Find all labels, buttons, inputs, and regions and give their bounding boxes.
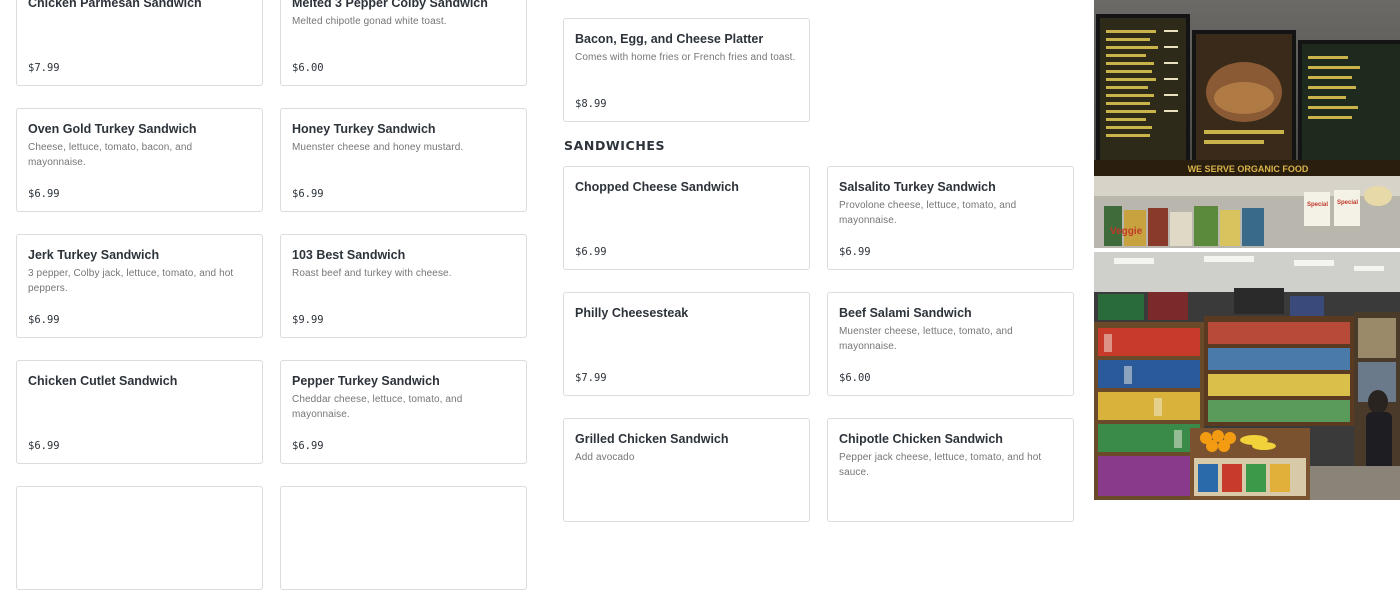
menu-item-card[interactable] [280, 486, 527, 590]
menu-item-card[interactable]: Pepper Turkey Sandwich Cheddar cheese, l… [280, 360, 527, 464]
menu-item-name: Chicken Cutlet Sandwich [28, 374, 178, 388]
menu-item-price: $9.99 [292, 314, 324, 326]
menu-item-name: Melted 3 Pepper Colby Sandwich [292, 0, 488, 10]
menu-item-description: 3 pepper, Colby jack, lettuce, tomato, a… [28, 268, 234, 294]
tag-text: Veggie [1110, 226, 1143, 237]
menu-item-description: Muenster cheese and honey mustard. [292, 142, 464, 153]
menu-item-price: $6.99 [292, 188, 324, 200]
menu-item-name: Jerk Turkey Sandwich [28, 248, 160, 262]
section-title: SANDWICHES [564, 138, 666, 153]
menu-item-name: Grilled Chicken Sandwich [575, 432, 729, 446]
menu-item-card[interactable]: Beef Salami Sandwich Muenster cheese, le… [827, 292, 1074, 396]
menu-item-description: Melted chipotle gonad white toast. [292, 16, 447, 27]
menu-item-description: Roast beef and turkey with cheese. [292, 268, 452, 279]
menu-item-price: $6.00 [839, 372, 871, 384]
menu-item-card[interactable]: Philly Cheesesteak $7.99 [563, 292, 810, 396]
menu-item-card[interactable]: Chicken Cutlet Sandwich $6.99 [16, 360, 263, 464]
menu-item-name: Bacon, Egg, and Cheese Platter [575, 32, 764, 46]
store-interior-photo[interactable] [1094, 252, 1400, 500]
menu-item-price: $7.99 [28, 62, 60, 74]
menu-item-name: 103 Best Sandwich [292, 248, 406, 262]
sign-text: WE SERVE ORGANIC FOOD [1188, 164, 1309, 174]
menu-board-image: WE SERVE ORGANIC FOOD Veggie Special Spe… [1094, 0, 1400, 248]
menu-item-price: $6.99 [28, 188, 60, 200]
menu-item-card[interactable]: Melted 3 Pepper Colby Sandwich Melted ch… [280, 0, 527, 86]
menu-item-description: Cheddar cheese, lettuce, tomato, and may… [292, 394, 463, 420]
menu-item-card[interactable]: Chipotle Chicken Sandwich Pepper jack ch… [827, 418, 1074, 522]
menu-item-name: Honey Turkey Sandwich [292, 122, 436, 136]
menu-item-card[interactable] [16, 486, 263, 590]
menu-item-description: Add avocado [575, 452, 635, 463]
menu-item-name: Salsalito Turkey Sandwich [839, 180, 996, 194]
menu-item-description: Provolone cheese, lettuce, tomato, and m… [839, 200, 1017, 226]
menu-item-description: Muenster cheese, lettuce, tomato, and ma… [839, 326, 1013, 352]
store-interior-image [1094, 252, 1400, 500]
menu-item-price: $6.99 [575, 246, 607, 258]
menu-item-name: Chopped Cheese Sandwich [575, 180, 739, 194]
menu-item-price: $6.00 [292, 62, 324, 74]
menu-item-name: Chicken Parmesan Sandwich [28, 0, 202, 10]
tag-text: Special [1337, 200, 1358, 206]
menu-item-price: $7.99 [575, 372, 607, 384]
menu-item-card[interactable]: Chopped Cheese Sandwich $6.99 [563, 166, 810, 270]
menu-item-name: Pepper Turkey Sandwich [292, 374, 440, 388]
store-menu-board-photo[interactable]: WE SERVE ORGANIC FOOD Veggie Special Spe… [1094, 0, 1400, 248]
menu-item-card[interactable]: Chicken Parmesan Sandwich $7.99 [16, 0, 263, 86]
menu-item-description: Comes with home fries or French fries an… [575, 52, 796, 63]
menu-item-card[interactable]: 103 Best Sandwich Roast beef and turkey … [280, 234, 527, 338]
menu-item-name: Chipotle Chicken Sandwich [839, 432, 1003, 446]
menu-item-card[interactable]: Honey Turkey Sandwich Muenster cheese an… [280, 108, 527, 212]
menu-item-card[interactable]: Jerk Turkey Sandwich 3 pepper, Colby jac… [16, 234, 263, 338]
menu-item-card[interactable]: Bacon, Egg, and Cheese Platter Comes wit… [563, 18, 810, 122]
menu-item-price: $6.99 [292, 440, 324, 452]
menu-item-description: Pepper jack cheese, lettuce, tomato, and… [839, 452, 1042, 478]
menu-item-price: $6.99 [28, 314, 60, 326]
menu-item-price: $6.99 [839, 246, 871, 258]
menu-item-description: Cheese, lettuce, tomato, bacon, and mayo… [28, 142, 193, 168]
menu-item-name: Philly Cheesesteak [575, 306, 689, 320]
menu-item-name: Beef Salami Sandwich [839, 306, 972, 320]
menu-item-price: $6.99 [28, 440, 60, 452]
menu-item-card[interactable]: Grilled Chicken Sandwich Add avocado [563, 418, 810, 522]
tag-text: Special [1307, 202, 1328, 208]
menu-item-price: $8.99 [575, 98, 607, 110]
menu-item-card[interactable]: Oven Gold Turkey Sandwich Cheese, lettuc… [16, 108, 263, 212]
menu-item-card[interactable]: Salsalito Turkey Sandwich Provolone chee… [827, 166, 1074, 270]
menu-item-name: Oven Gold Turkey Sandwich [28, 122, 197, 136]
